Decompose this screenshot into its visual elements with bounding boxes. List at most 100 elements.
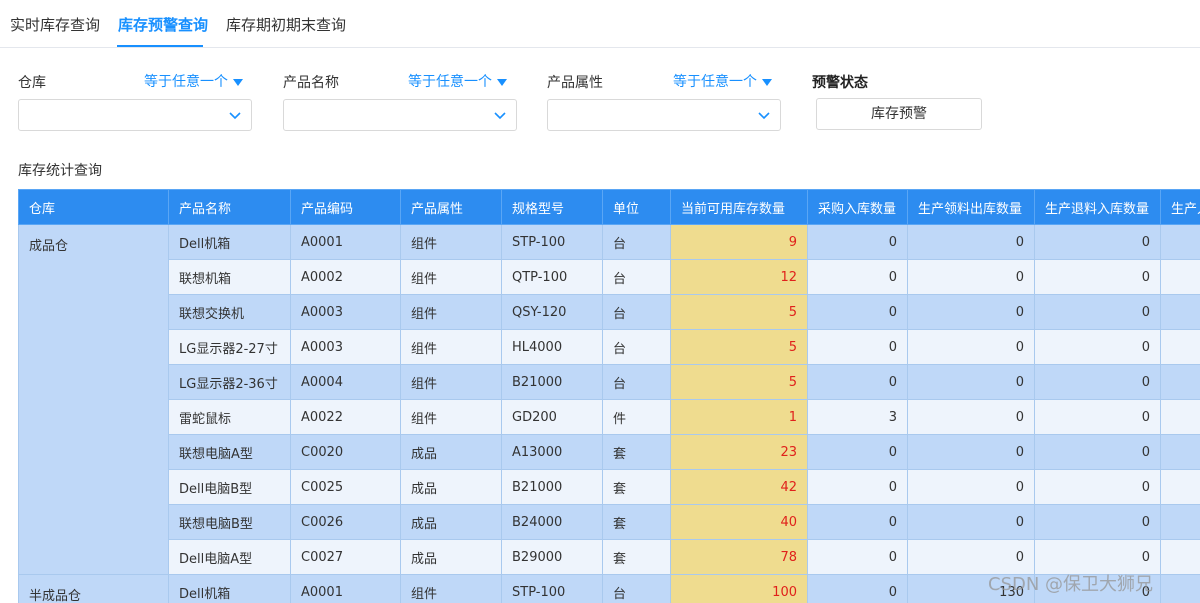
table-cell: B21000 — [501, 364, 603, 400]
qty-cell: 0 — [807, 469, 908, 505]
column-header[interactable]: 仓库 — [18, 189, 169, 225]
table-cell: A0022 — [290, 399, 401, 435]
table-row[interactable]: 雷蛇鼠标 A0022 组件 GD200 件 1 3 0 0 — [19, 399, 1200, 435]
table-cell: A0002 — [290, 259, 401, 295]
active-tab-indicator — [117, 45, 203, 47]
warehouse-cell: 成品仓 — [18, 224, 169, 575]
filter-product-name-operator[interactable]: 等于任意一个 — [408, 71, 507, 91]
column-header[interactable]: 生产入 — [1160, 189, 1200, 225]
qty-cell: 0 — [907, 294, 1035, 330]
caret-down-icon — [497, 78, 507, 86]
filter-warn-status-label: 预警状态 — [812, 75, 868, 91]
column-header[interactable]: 产品名称 — [168, 189, 291, 225]
table-cell: QTP-100 — [501, 259, 603, 295]
table-cell: STP-100 — [501, 574, 603, 603]
qty-cell: 0 — [807, 329, 908, 365]
qty-cell: 0 — [907, 469, 1035, 505]
table-cell: B21000 — [501, 469, 603, 505]
table-cell-overflow — [1160, 504, 1200, 540]
tab-bar: 实时库存查询 库存预警查询 库存期初期末查询 — [0, 0, 1200, 48]
filter-warehouse-operator[interactable]: 等于任意一个 — [144, 71, 243, 91]
table-cell: 套 — [602, 539, 671, 575]
tab-inventory-period[interactable]: 库存期初期末查询 — [226, 14, 346, 35]
table-row[interactable]: LG显示器2-27寸 A0003 组件 HL4000 台 5 0 0 0 — [19, 329, 1200, 365]
table-cell-overflow — [1160, 259, 1200, 295]
table-cell: Dell机箱 — [168, 574, 291, 603]
table-cell: 台 — [602, 364, 671, 400]
column-header[interactable]: 单位 — [602, 189, 671, 225]
qty-cell: 0 — [907, 329, 1035, 365]
table-cell: 组件 — [400, 259, 502, 295]
qty-cell: 0 — [907, 434, 1035, 470]
qty-cell: 0 — [907, 504, 1035, 540]
chevron-down-icon — [758, 112, 770, 120]
qty-cell: 0 — [907, 259, 1035, 295]
table-row[interactable]: LG显示器2-36寸 A0004 组件 B21000 台 5 0 0 0 — [19, 364, 1200, 400]
available-qty-cell: 5 — [670, 294, 808, 330]
table-row[interactable]: 联想电脑A型 C0020 成品 A13000 套 23 0 0 0 — [19, 434, 1200, 470]
table-cell-overflow — [1160, 224, 1200, 260]
table-cell: 成品 — [400, 469, 502, 505]
warehouse-select[interactable] — [18, 99, 252, 131]
table-row[interactable]: 成品仓 Dell机箱 A0001 组件 STP-100 台 9 0 0 0 — [18, 224, 1200, 575]
qty-cell: 0 — [1034, 434, 1161, 470]
table-cell: 联想交换机 — [168, 294, 291, 330]
qty-cell: 0 — [807, 294, 908, 330]
available-qty-cell: 12 — [670, 259, 808, 295]
filter-warehouse-label: 仓库 — [18, 75, 46, 91]
available-qty-cell: 5 — [670, 329, 808, 365]
qty-cell: 0 — [1034, 329, 1161, 365]
column-header[interactable]: 当前可用库存数量 — [670, 189, 808, 225]
table-cell: 套 — [602, 504, 671, 540]
table-row[interactable]: 联想交换机 A0003 组件 QSY-120 台 5 0 0 0 — [19, 294, 1200, 330]
qty-cell: 0 — [1034, 259, 1161, 295]
table-cell: 成品 — [400, 434, 502, 470]
qty-cell: 0 — [907, 399, 1035, 435]
column-header[interactable]: 产品属性 — [400, 189, 502, 225]
available-qty-cell: 78 — [670, 539, 808, 575]
product-name-select[interactable] — [283, 99, 517, 131]
table-cell: 组件 — [400, 294, 502, 330]
table-cell-overflow — [1160, 399, 1200, 435]
chevron-down-icon — [229, 112, 241, 120]
table-cell: 件 — [602, 399, 671, 435]
table-cell: 组件 — [400, 329, 502, 365]
table-cell: A0003 — [290, 294, 401, 330]
qty-cell: 0 — [907, 364, 1035, 400]
product-attr-select[interactable] — [547, 99, 781, 131]
available-qty-cell: 5 — [670, 364, 808, 400]
table-cell: 台 — [602, 259, 671, 295]
table-cell-overflow — [1160, 539, 1200, 575]
tab-realtime-inventory[interactable]: 实时库存查询 — [10, 14, 100, 35]
available-qty-cell: 100 — [670, 574, 808, 603]
table-row[interactable]: 联想机箱 A0002 组件 QTP-100 台 12 0 0 0 — [19, 259, 1200, 295]
column-header[interactable]: 规格型号 — [501, 189, 603, 225]
column-header[interactable]: 生产领料出库数量 — [907, 189, 1035, 225]
table-header-row: 仓库 产品名称 产品编码 产品属性 规格型号 单位 当前可用库存数量 采购入库数… — [18, 189, 1200, 225]
tab-inventory-warning[interactable]: 库存预警查询 — [118, 14, 208, 35]
column-header[interactable]: 生产退料入库数量 — [1034, 189, 1161, 225]
table-cell: 组件 — [400, 574, 502, 603]
available-qty-cell: 1 — [670, 399, 808, 435]
table-cell: 联想电脑B型 — [168, 504, 291, 540]
table-cell: 成品 — [400, 504, 502, 540]
table-cell: C0025 — [290, 469, 401, 505]
qty-cell: 0 — [1034, 469, 1161, 505]
table-row[interactable]: 联想电脑B型 C0026 成品 B24000 套 40 0 0 0 — [19, 504, 1200, 540]
qty-cell: 3 — [807, 399, 908, 435]
filter-product-attr-operator[interactable]: 等于任意一个 — [673, 71, 772, 91]
inventory-warning-button[interactable]: 库存预警 — [816, 98, 982, 130]
table-cell: Dell电脑A型 — [168, 539, 291, 575]
qty-cell: 0 — [807, 504, 908, 540]
column-header[interactable]: 采购入库数量 — [807, 189, 908, 225]
table-cell: 雷蛇鼠标 — [168, 399, 291, 435]
qty-cell: 0 — [907, 224, 1035, 260]
section-title: 库存统计查询 — [18, 163, 102, 179]
qty-cell: 0 — [807, 224, 908, 260]
column-header[interactable]: 产品编码 — [290, 189, 401, 225]
table-cell: GD200 — [501, 399, 603, 435]
available-qty-cell: 23 — [670, 434, 808, 470]
filter-product-name-label: 产品名称 — [283, 75, 339, 91]
qty-cell: 0 — [1034, 399, 1161, 435]
table-row[interactable]: Dell电脑B型 C0025 成品 B21000 套 42 0 0 0 — [19, 469, 1200, 505]
